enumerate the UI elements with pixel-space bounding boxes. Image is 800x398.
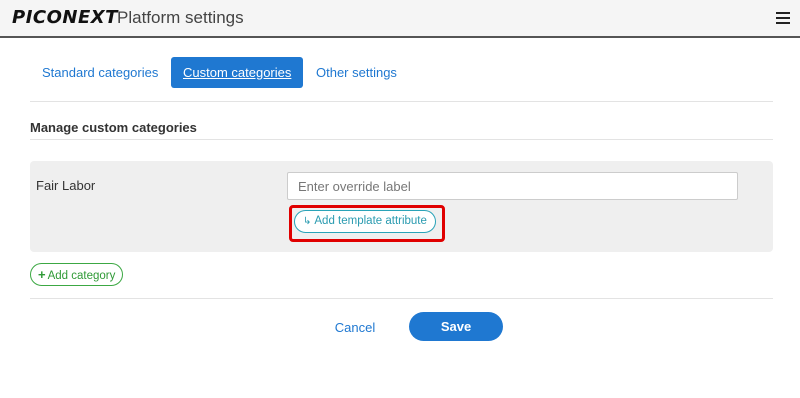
hamburger-menu-icon[interactable] [776, 12, 790, 24]
add-template-attribute-button[interactable]: ↳ Add template attribute [294, 210, 436, 233]
cancel-button[interactable]: Cancel [325, 316, 385, 340]
section-title: Manage custom categories [30, 120, 197, 135]
divider [30, 139, 773, 140]
divider [30, 101, 773, 102]
page-title: Platform settings [117, 8, 244, 27]
top-bar: PICONEXT Platform settings [0, 0, 800, 38]
category-row-panel: Fair Labor ↳Add template attribute [30, 161, 773, 252]
tab-custom-categories[interactable]: Custom categories [171, 57, 304, 88]
add-category-button[interactable]: + Add category [30, 263, 124, 286]
plus-icon: + [38, 267, 46, 282]
category-name-label: Fair Labor [36, 178, 96, 193]
override-label-input[interactable] [287, 172, 738, 200]
save-button[interactable]: Save [409, 312, 503, 341]
add-template-attribute-label: Add template attribute [314, 215, 427, 227]
tab-other-settings[interactable]: Other settings [304, 57, 409, 88]
return-arrow-icon: ↳ [303, 216, 312, 227]
logo: PICONEXT [12, 7, 118, 28]
tab-standard-categories[interactable]: Standard categories [30, 57, 170, 88]
divider [30, 298, 773, 299]
add-category-label: Add category [47, 270, 116, 282]
